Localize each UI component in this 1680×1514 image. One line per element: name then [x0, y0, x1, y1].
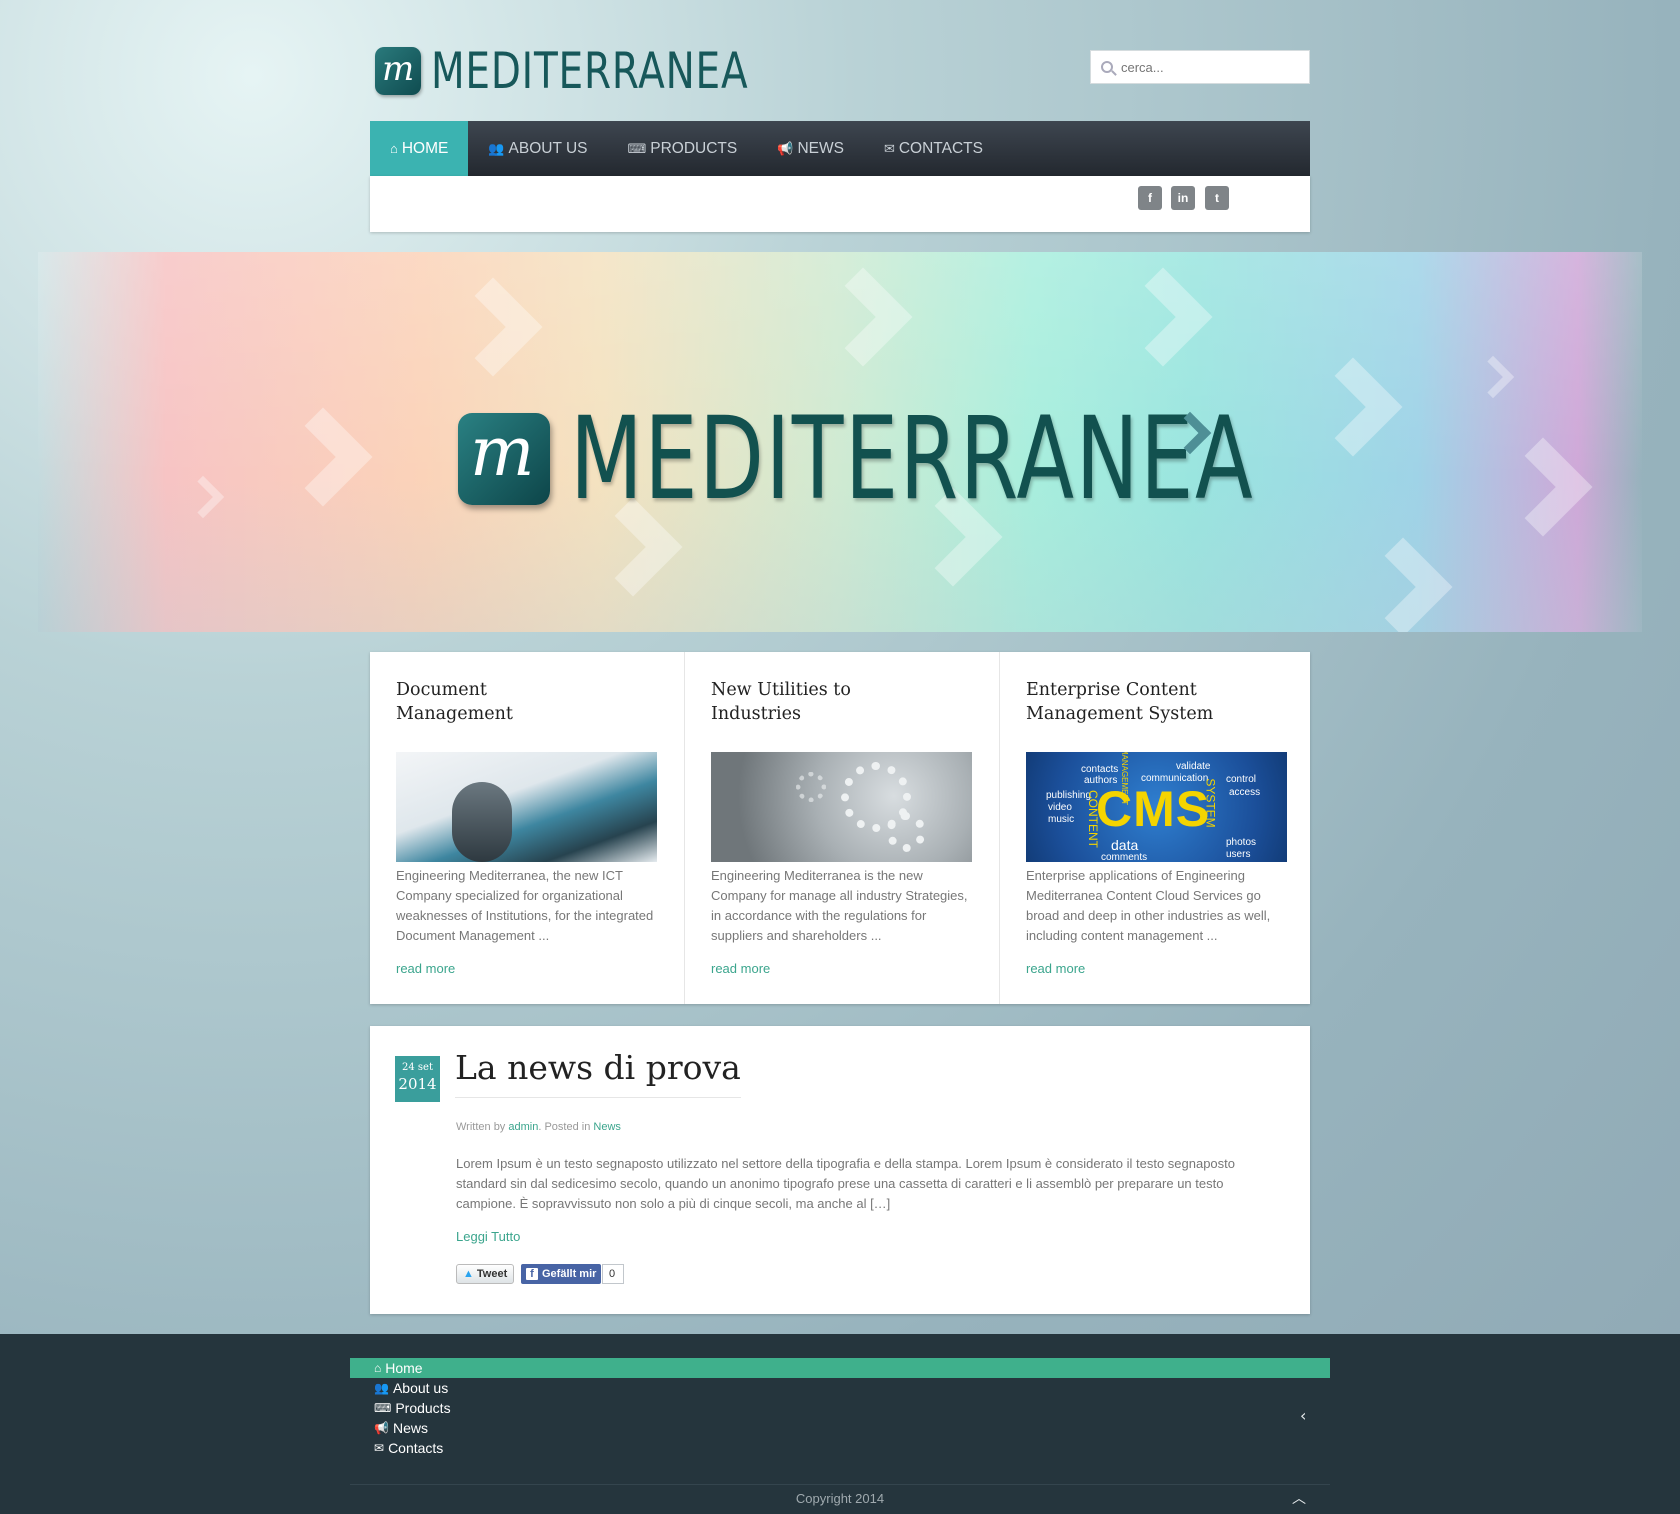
feature-text: Engineering Mediterranea is the new Comp…: [711, 868, 968, 943]
feature-image-gears: [711, 752, 972, 862]
decor-chevron: [273, 407, 373, 507]
users-icon: 👥: [488, 140, 505, 156]
feature-text: Enterprise applications of Engineering M…: [1026, 868, 1271, 943]
footer-nav-label: Home: [385, 1360, 423, 1376]
footer-nav-label: About us: [392, 1380, 449, 1396]
facebook-icon: f: [526, 1268, 538, 1280]
feature-title: Document Management: [396, 680, 513, 724]
facebook-like-button[interactable]: f Gefällt mir: [521, 1264, 602, 1284]
nav-item-label: ABOUT US: [508, 139, 588, 157]
linkedin-icon[interactable]: in: [1171, 186, 1195, 210]
nav-item-label: HOME: [401, 139, 449, 157]
footer-nav-item-contacts[interactable]: ✉ Contacts: [350, 1438, 1330, 1458]
decor-chevron: [181, 475, 225, 519]
nav-item-label: CONTACTS: [898, 139, 983, 157]
category-link[interactable]: News: [593, 1121, 621, 1133]
keyboard-icon: ⌨: [374, 1401, 392, 1415]
decor-chevron: [1113, 267, 1213, 367]
banner-logo-text: MEDITERRANEA: [570, 392, 1255, 525]
footer-nav-label: Products: [395, 1400, 451, 1416]
collapse-chevron-left-icon[interactable]: ‹: [1300, 1406, 1306, 1425]
date-badge: 24 set 2014: [395, 1056, 440, 1102]
features-section: Document Management Engineering Mediterr…: [370, 652, 1310, 1004]
users-icon: 👥: [374, 1381, 389, 1395]
decor-chevron: [1353, 537, 1453, 632]
footer-nav-label: News: [392, 1420, 428, 1436]
banner-logo-mark: m: [458, 412, 550, 505]
envelope-icon: ✉: [883, 140, 895, 156]
article-excerpt: Lorem Ipsum è un testo segnaposto utiliz…: [456, 1156, 1236, 1211]
search-box[interactable]: [1090, 50, 1310, 84]
nav-item-products[interactable]: ⌨ PRODUCTS: [608, 121, 758, 176]
footer: ⌂ Home 👥 About us ⌨ Products 📢 News ✉ Contacts ‹ …: [0, 1334, 1680, 1514]
feature-image-cms: contacts authors validate communication …: [1026, 752, 1287, 862]
banner-logo: m MEDITERRANEA: [458, 392, 1495, 525]
footer-nav-item-products[interactable]: ⌨ Products: [350, 1398, 1330, 1418]
nav-item-home[interactable]: ⌂ HOME: [370, 121, 469, 176]
main-nav: ⌂ HOME 👥 ABOUT US ⌨ PRODUCTS 📢 NEWS ✉ CONTACTS: [370, 121, 1310, 176]
like-count: 0: [602, 1264, 624, 1284]
footer-nav-item-news[interactable]: 📢 News: [350, 1418, 1330, 1438]
footer-nav-label: Contacts: [388, 1440, 444, 1456]
footer-nav-item-home[interactable]: ⌂ Home: [350, 1358, 1330, 1378]
news-article: 24 set 2014 La news di prova Written by …: [370, 1026, 1310, 1314]
twitter-icon[interactable]: t: [1205, 186, 1229, 210]
tweet-button[interactable]: ▲ Tweet: [456, 1264, 515, 1284]
social-bar: f in t: [370, 176, 1310, 232]
article-title[interactable]: La news di prova: [455, 1048, 741, 1098]
footer-nav-item-about-us[interactable]: 👥 About us: [350, 1378, 1330, 1398]
read-more-link[interactable]: read more: [711, 961, 770, 976]
footer-divider: [350, 1484, 1330, 1485]
feature-text: Engineering Mediterranea, the new ICT Co…: [396, 868, 654, 943]
envelope-icon: ✉: [374, 1441, 385, 1455]
copyright-text: Copyright 2014: [795, 1491, 885, 1506]
search-icon: [1101, 61, 1113, 73]
nav-item-label: NEWS: [797, 139, 844, 157]
author-link[interactable]: admin: [508, 1121, 538, 1133]
search-input[interactable]: [1121, 59, 1301, 75]
feature-card: Document Management Engineering Mediterr…: [370, 652, 685, 1004]
hero-banner: m MEDITERRANEA: [38, 252, 1642, 632]
feature-image-mouse: [396, 752, 657, 862]
facebook-icon[interactable]: f: [1138, 186, 1162, 210]
article-meta: Written by admin. Posted in News: [456, 1121, 621, 1133]
read-more-link[interactable]: read more: [396, 961, 455, 976]
footer-nav: ⌂ Home 👥 About us ⌨ Products 📢 News ✉ Contacts: [350, 1358, 1330, 1458]
read-more-link[interactable]: read more: [1026, 961, 1085, 976]
megaphone-icon: 📢: [777, 140, 794, 156]
back-to-top-chevron-up-icon[interactable]: ︿: [1292, 1488, 1306, 1508]
home-icon: ⌂: [390, 141, 398, 156]
keyboard-icon: ⌨: [627, 140, 647, 156]
feature-title: Enterprise Content Management System: [1026, 680, 1214, 724]
decor-chevron: [813, 267, 913, 367]
decor-chevron: [443, 277, 543, 377]
nav-item-about-us[interactable]: 👥 ABOUT US: [468, 121, 607, 176]
logo-mark: m: [375, 47, 421, 95]
home-icon: ⌂: [374, 1361, 382, 1375]
twitter-bird-icon: ▲: [463, 1268, 474, 1280]
nav-item-news[interactable]: 📢 NEWS: [757, 121, 864, 176]
megaphone-icon: 📢: [374, 1421, 389, 1435]
nav-item-contacts[interactable]: ✉ CONTACTS: [864, 121, 1003, 176]
read-all-link[interactable]: Leggi Tutto: [456, 1229, 520, 1244]
logo-text: MEDITERRANEA: [431, 42, 749, 100]
feature-card: New Utilities to Industries Engineering …: [685, 652, 1000, 1004]
feature-title: New Utilities to Industries: [711, 680, 851, 724]
nav-item-label: PRODUCTS: [650, 139, 738, 157]
site-logo[interactable]: m MEDITERRANEA: [375, 42, 838, 100]
decor-chevron: [1493, 437, 1593, 537]
feature-card: Enterprise Content Management System con…: [1000, 652, 1314, 1004]
